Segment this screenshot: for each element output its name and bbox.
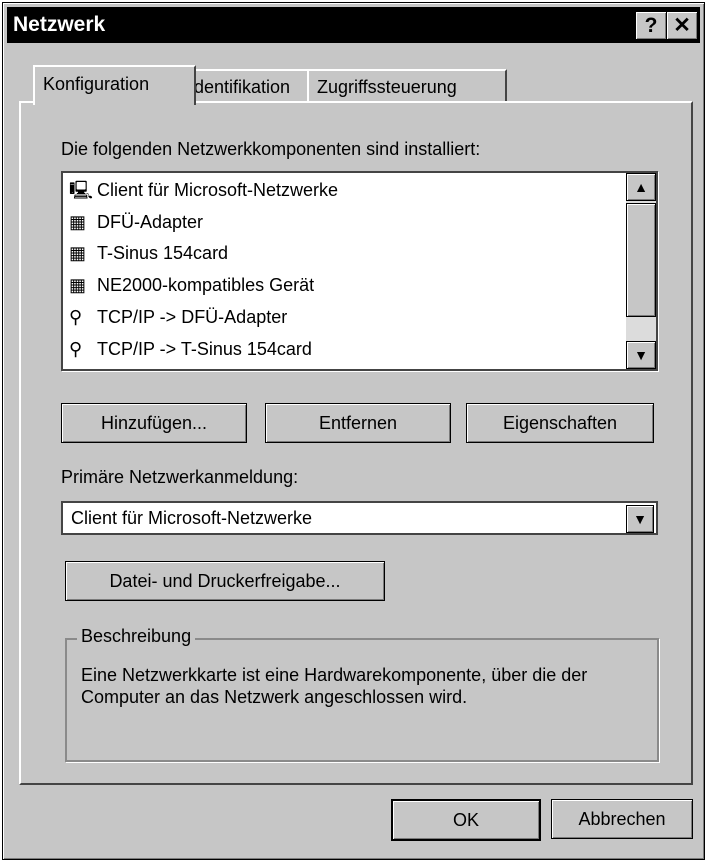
components-label: Die folgenden Netzwerkkomponenten sind i… xyxy=(61,139,481,159)
adapter-icon: ▦ xyxy=(69,275,87,295)
scroll-up-icon[interactable]: ▲ xyxy=(626,173,656,201)
scroll-down-icon[interactable]: ▼ xyxy=(626,341,656,369)
list-item[interactable]: ▦ DFÜ-Adapter xyxy=(69,207,203,237)
tab-panel: Die folgenden Netzwerkkomponenten sind i… xyxy=(19,101,693,785)
help-button[interactable]: ? xyxy=(635,11,667,40)
protocol-icon: ⚲ xyxy=(69,339,83,359)
file-print-sharing-button[interactable]: Datei- und Druckerfreigabe... xyxy=(65,561,385,601)
remove-button[interactable]: Entfernen xyxy=(265,403,451,443)
cancel-button[interactable]: Abbrechen xyxy=(551,799,693,839)
listbox-scrollbar[interactable]: ▲ ▼ xyxy=(626,173,656,369)
tab-zugriffssteuerung[interactable]: Zugriffssteuerung xyxy=(307,69,507,103)
description-legend: Beschreibung xyxy=(77,626,196,647)
description-text: Eine Netzwerkkarte ist eine Hardwarekomp… xyxy=(81,665,588,707)
ok-button[interactable]: OK xyxy=(391,799,541,841)
list-item-label: TCP/IP -> T-Sinus 154card xyxy=(97,339,312,359)
list-item[interactable]: 🖳 Client für Microsoft-Netzwerke xyxy=(69,175,338,205)
tab-konfiguration[interactable]: Konfiguration xyxy=(33,65,196,105)
components-listbox[interactable]: 🖳 Client für Microsoft-Netzwerke ▦ DFÜ-Ada… xyxy=(61,171,658,371)
list-item-label: DFÜ-Adapter xyxy=(97,212,204,232)
list-item[interactable]: ⚲ TCP/IP -> DFÜ-Adapter xyxy=(69,302,287,332)
list-item[interactable]: ▦ NE2000-kompatibles Gerät xyxy=(69,270,314,300)
primary-logon-value: Client für Microsoft-Netzwerke xyxy=(71,508,313,528)
close-button[interactable]: ✕ xyxy=(666,11,698,40)
adapter-icon: ▦ xyxy=(69,212,87,232)
primary-logon-label: Primäre Netzwerkanmeldung: xyxy=(61,467,299,487)
list-item-label: NE2000-kompatibles Gerät xyxy=(97,275,315,295)
scroll-thumb[interactable] xyxy=(626,203,656,317)
description-group: Beschreibung Eine Netzwerkkarte ist eine… xyxy=(65,626,659,762)
list-item[interactable]: ▦ T-Sinus 154card xyxy=(69,238,228,268)
chevron-down-icon[interactable]: ▼ xyxy=(626,505,654,533)
window-title: Netzwerk xyxy=(13,13,106,36)
list-item-label: T-Sinus 154card xyxy=(97,243,229,263)
add-button[interactable]: Hinzufügen... xyxy=(61,403,247,443)
tab-identifikation[interactable]: Identifikation xyxy=(179,69,322,103)
list-item-label: TCP/IP -> DFÜ-Adapter xyxy=(97,307,288,327)
list-item-label: Client für Microsoft-Netzwerke xyxy=(97,180,339,200)
network-dialog: Netzwerk ? ✕ Konfiguration Identifikatio… xyxy=(2,2,705,860)
list-item[interactable]: ⚲ TCP/IP -> T-Sinus 154card xyxy=(69,334,312,364)
client-icon: 🖳 xyxy=(69,180,94,200)
properties-button[interactable]: Eigenschaften xyxy=(466,403,654,443)
protocol-icon: ⚲ xyxy=(69,307,83,327)
primary-logon-select[interactable]: Client für Microsoft-Netzwerke ▼ xyxy=(61,501,658,535)
adapter-icon: ▦ xyxy=(69,243,87,263)
title-bar[interactable]: Netzwerk ? ✕ xyxy=(7,7,700,43)
